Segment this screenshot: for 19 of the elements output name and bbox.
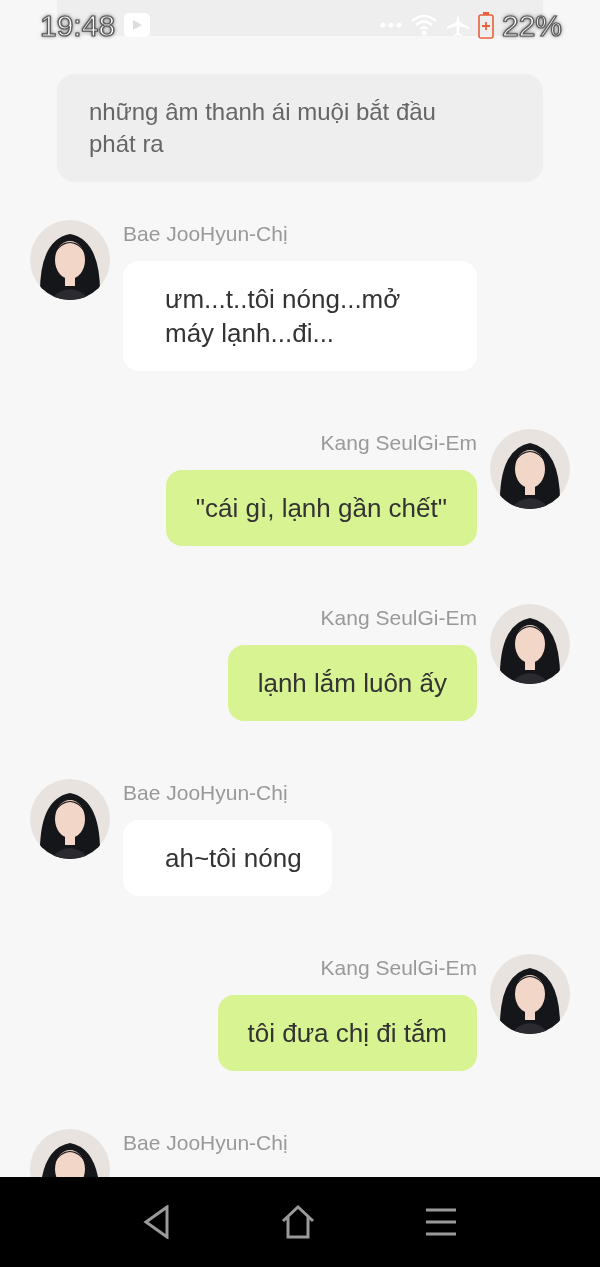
message-bubble: lạnh lắm luôn ấy bbox=[227, 645, 477, 721]
battery-icon bbox=[477, 11, 494, 39]
sender-name: Bae JooHyun-Chị bbox=[123, 222, 288, 246]
status-time: 19:48 bbox=[40, 7, 116, 44]
sender-name: Bae JooHyun-Chị bbox=[123, 1131, 288, 1155]
app-icon bbox=[123, 12, 152, 38]
message-bubble: tôi đưa chị đi tắm bbox=[217, 995, 477, 1071]
sender-name: Kang SeulGi-Em bbox=[320, 431, 477, 455]
back-icon[interactable] bbox=[143, 1205, 171, 1239]
battery-level: 22% bbox=[501, 7, 562, 44]
narration-bubble: những âm thanh ái muội bắt đầu phát ra bbox=[57, 74, 543, 182]
sender-name: Kang SeulGi-Em bbox=[320, 956, 477, 980]
sender-name: Kang SeulGi-Em bbox=[320, 606, 477, 630]
message-bubble: ah~tôi nóng bbox=[123, 820, 332, 896]
menu-icon[interactable] bbox=[425, 1208, 457, 1236]
home-icon[interactable] bbox=[281, 1205, 315, 1239]
sender-name: Bae JooHyun-Chị bbox=[123, 781, 288, 805]
message-bubble: ưm...t..tôi nóng...mở máy lạnh...đi... bbox=[123, 261, 477, 371]
message-bubble: "cái gì, lạnh gần chết" bbox=[165, 470, 477, 546]
